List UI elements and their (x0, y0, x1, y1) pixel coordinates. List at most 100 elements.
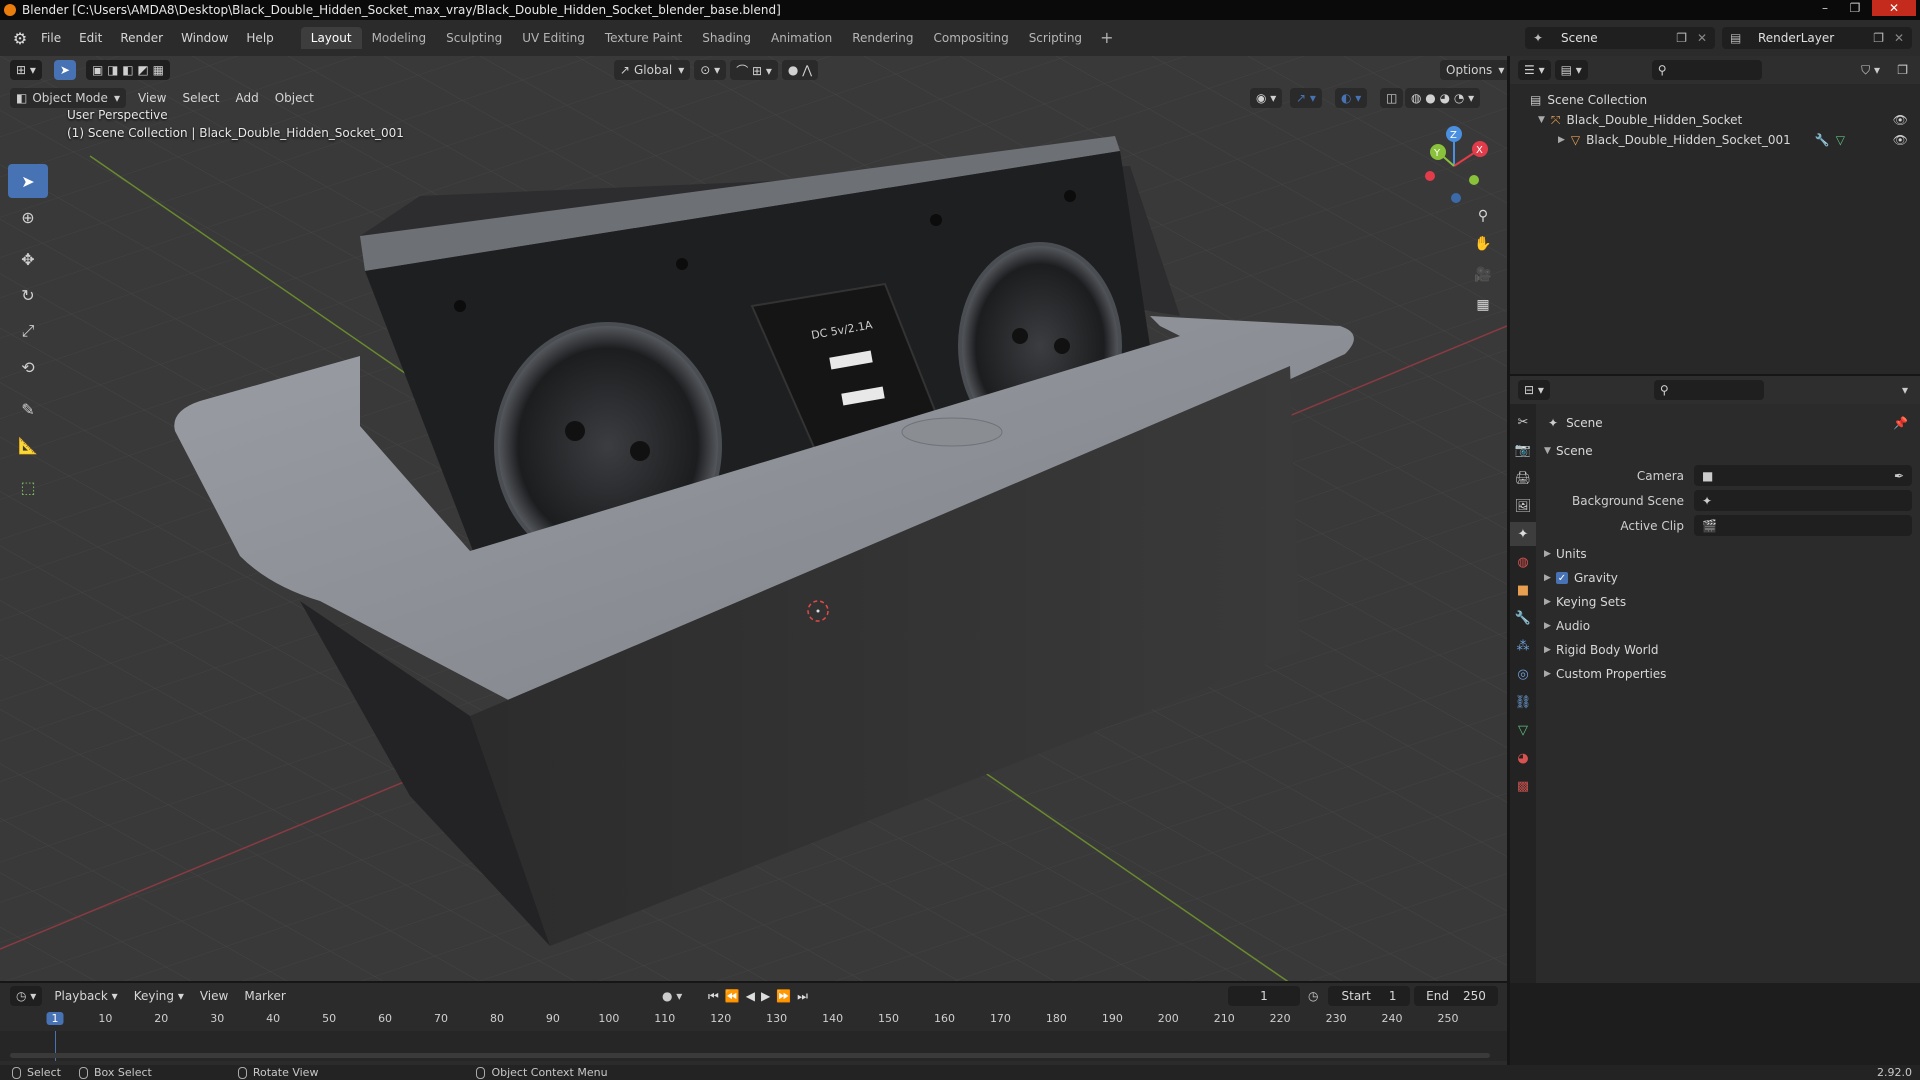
panel-scene-header[interactable]: ▼ Scene (1544, 439, 1912, 463)
auto-keying-icon[interactable]: ● ▾ (662, 989, 682, 1003)
object-tab-icon[interactable]: ■ (1510, 578, 1536, 602)
tab-layout[interactable]: Layout (300, 27, 362, 49)
menu-edit[interactable]: Edit (70, 28, 111, 48)
add-cube-tool-icon[interactable]: ⬚ (8, 470, 48, 504)
delete-view-layer-icon[interactable]: ✕ (1894, 31, 1904, 45)
panel-custom-properties[interactable]: ▶ Custom Properties (1544, 662, 1912, 686)
measure-tool-icon[interactable]: 📐 (8, 428, 48, 462)
select-tool-icon[interactable]: ➤ (53, 60, 76, 80)
panel-keying-sets[interactable]: ▶ Keying Sets (1544, 590, 1912, 614)
maximize-button[interactable]: ❐ (1842, 0, 1868, 16)
camera-view-icon[interactable]: 🎥 (1470, 262, 1496, 288)
menu-marker[interactable]: Marker (236, 989, 293, 1003)
keying-menu[interactable]: Keying ▾ (126, 989, 192, 1003)
panel-units[interactable]: ▶ Units (1544, 542, 1912, 566)
mode-dropdown[interactable]: ◧ Object Mode ▾ (10, 88, 126, 108)
editor-type-button[interactable]: ◷ ▾ (10, 986, 43, 1006)
preview-range-icon[interactable]: ◷ (1308, 989, 1318, 1003)
new-collection-icon[interactable]: ❐ (1897, 63, 1908, 77)
select-box-tool-icon[interactable]: ➤ (8, 164, 48, 198)
playback-menu[interactable]: Playback ▾ (46, 989, 125, 1003)
visibility-eye-icon[interactable]: 👁 (1893, 133, 1908, 147)
filter-icon[interactable]: ⛉ ▾ (1861, 63, 1880, 78)
proportional-editing-toggle[interactable]: ● ⋀ (781, 60, 819, 80)
menu-view[interactable]: View (192, 989, 236, 1003)
outliner-scene-collection[interactable]: ▤ Scene Collection (1510, 90, 1920, 110)
new-scene-icon[interactable]: ❐ (1676, 31, 1687, 45)
transform-tool-icon[interactable]: ⟲ (8, 350, 48, 384)
delete-scene-icon[interactable]: ✕ (1697, 31, 1707, 45)
gravity-checkbox[interactable]: ✓ (1556, 572, 1568, 584)
expand-triangle-icon[interactable]: ▶ (1558, 135, 1565, 145)
start-frame-field[interactable]: Start 1 (1328, 986, 1410, 1006)
transform-orientation-dropdown[interactable]: ↗ Global ▾ (613, 60, 691, 80)
menu-file[interactable]: File (32, 28, 70, 48)
navigation-gizmo[interactable]: Z X Y ⚲ (1410, 116, 1507, 246)
selection-mode-buttons[interactable]: ▣ ◨ ◧ ◩ ▦ (85, 60, 170, 80)
menu-object[interactable]: Object (267, 91, 322, 105)
tab-compositing[interactable]: Compositing (923, 27, 1018, 49)
visibility-eye-icon[interactable]: 👁 (1893, 113, 1908, 127)
background-scene-field[interactable]: ✦ (1694, 490, 1912, 511)
active-clip-field[interactable]: 🎬 (1694, 515, 1912, 536)
menu-add[interactable]: Add (227, 91, 266, 105)
pan-hand-icon[interactable]: ✋ (1470, 231, 1496, 257)
axis-gizmo-icon[interactable]: Z X Y (1410, 116, 1507, 206)
scale-tool-icon[interactable]: ⤢ (8, 314, 48, 348)
tab-modeling[interactable]: Modeling (362, 27, 437, 49)
editor-type-button[interactable]: ☰ ▾ (1518, 60, 1551, 80)
move-tool-icon[interactable]: ✥ (8, 242, 48, 276)
modifier-tab-icon[interactable]: 🔧 (1510, 606, 1536, 630)
rotate-tool-icon[interactable]: ↻ (8, 278, 48, 312)
annotate-tool-icon[interactable]: ✎ (8, 392, 48, 426)
minimize-button[interactable]: – (1812, 0, 1838, 16)
overlays-toggle[interactable]: ◐ ▾ (1335, 88, 1368, 108)
panel-gravity[interactable]: ▶ ✓ Gravity (1544, 566, 1912, 590)
3d-viewport[interactable]: DC 5v/2.1A ⊞ ▾ ➤ ▣ ◨ ◧ ◩ ▦ ↗ Global ▾ ⊙ … (0, 56, 1507, 983)
current-frame-field[interactable]: 1 (1228, 986, 1300, 1006)
zoom-icon[interactable]: ⚲ (1470, 203, 1496, 229)
shading-mode-buttons[interactable]: ◍ ● ◕ ◔ ▾ (1405, 88, 1481, 108)
tab-sculpting[interactable]: Sculpting (436, 27, 512, 49)
chevron-down-icon[interactable]: ▾ (1902, 383, 1908, 397)
editor-type-button[interactable]: ⊞ ▾ (10, 60, 42, 80)
tab-rendering[interactable]: Rendering (842, 27, 923, 49)
timeline-scrollbar[interactable] (10, 1053, 1490, 1058)
new-view-layer-icon[interactable]: ❐ (1873, 31, 1884, 45)
tab-animation[interactable]: Animation (761, 27, 842, 49)
world-tab-icon[interactable]: ◍ (1510, 550, 1536, 574)
scene-selector[interactable]: ✦ Scene ❐ ✕ (1525, 27, 1715, 49)
menu-window[interactable]: Window (172, 28, 237, 48)
close-button[interactable]: ✕ (1872, 0, 1916, 16)
options-dropdown[interactable]: Options ▾ (1440, 60, 1507, 80)
add-workspace-button[interactable]: + (1092, 27, 1121, 49)
menu-help[interactable]: Help (237, 28, 282, 48)
outliner-item[interactable]: ▼ ⤧ Black_Double_Hidden_Socket 👁 (1510, 110, 1920, 130)
outliner-search-input[interactable]: ⚲ (1651, 60, 1762, 80)
scene-tab-icon[interactable]: ✦ (1510, 522, 1536, 546)
menu-select[interactable]: Select (174, 91, 227, 105)
cursor-tool-icon[interactable]: ⊕ (8, 200, 48, 234)
tab-scripting[interactable]: Scripting (1019, 27, 1092, 49)
panel-rigid-body-world[interactable]: ▶ Rigid Body World (1544, 638, 1912, 662)
view-layer-selector[interactable]: ▤ RenderLayer ❐ ✕ (1722, 27, 1912, 49)
output-tab-icon[interactable]: 🖨 (1510, 466, 1536, 490)
gizmo-toggle[interactable]: ↗ ▾ (1290, 88, 1322, 108)
particles-tab-icon[interactable]: ⁂ (1510, 634, 1536, 658)
visibility-dropdown[interactable]: ◉ ▾ (1250, 88, 1283, 108)
constraints-tab-icon[interactable]: ⛓ (1510, 690, 1536, 714)
panel-audio[interactable]: ▶ Audio (1544, 614, 1912, 638)
menu-render[interactable]: Render (111, 28, 172, 48)
material-tab-icon[interactable]: ◕ (1510, 746, 1536, 770)
tab-shading[interactable]: Shading (692, 27, 761, 49)
tab-texture-paint[interactable]: Texture Paint (595, 27, 692, 49)
camera-field[interactable]: ■ ✒ (1694, 465, 1912, 486)
end-frame-field[interactable]: End 250 (1414, 986, 1498, 1006)
timeline-ruler[interactable]: 1 10 20 30 40 50 60 70 80 90 100 110 120 130 140 150 160… (0, 1009, 1507, 1031)
tab-uv-editing[interactable]: UV Editing (512, 27, 595, 49)
eyedropper-icon[interactable]: ✒ (1894, 469, 1904, 483)
menu-view[interactable]: View (130, 91, 174, 105)
physics-tab-icon[interactable]: ◎ (1510, 662, 1536, 686)
pin-icon[interactable]: 📌 (1893, 416, 1908, 430)
pivot-point-dropdown[interactable]: ⊙ ▾ (694, 60, 727, 80)
